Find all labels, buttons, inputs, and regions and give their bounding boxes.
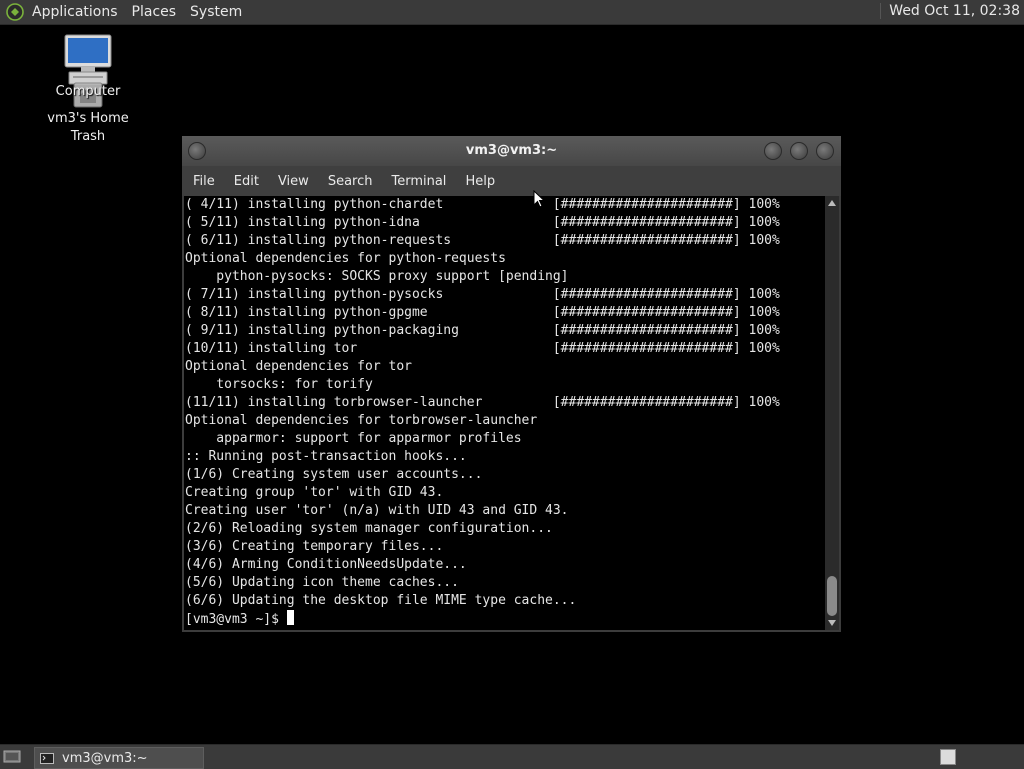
terminal-line: (6/6) Updating the desktop file MIME typ… xyxy=(185,593,577,608)
scroll-down-icon[interactable] xyxy=(828,620,836,626)
menu-file[interactable]: File xyxy=(193,174,215,189)
distro-logo-icon[interactable] xyxy=(6,3,24,21)
terminal-line: apparmor: support for apparmor profiles xyxy=(185,431,522,446)
terminal-line: python-pysocks: SOCKS proxy support [pen… xyxy=(185,269,569,284)
terminal-prompt-line[interactable]: [vm3@vm3 ~]$ xyxy=(184,610,825,628)
terminal-window[interactable]: vm3@vm3:~ File Edit View Search Terminal… xyxy=(182,136,841,632)
terminal-scrollbar[interactable] xyxy=(825,196,839,630)
window-titlebar[interactable]: vm3@vm3:~ xyxy=(182,136,841,166)
terminal-icon xyxy=(40,752,54,764)
taskbar-label: vm3@vm3:~ xyxy=(62,750,148,766)
window-title: vm3@vm3:~ xyxy=(465,143,558,158)
menu-search[interactable]: Search xyxy=(328,174,373,189)
show-desktop-icon[interactable] xyxy=(3,749,21,764)
terminal-menubar: File Edit View Search Terminal Help xyxy=(182,166,841,196)
home-label: vm3's Home xyxy=(47,111,129,126)
mouse-pointer-icon xyxy=(533,190,545,208)
terminal-line: ( 6/11) installing python-requests [####… xyxy=(185,233,780,248)
applications-menu[interactable]: Applications xyxy=(32,4,118,20)
taskbar-button-terminal[interactable]: vm3@vm3:~ xyxy=(34,747,204,769)
terminal-line: Creating user 'tor' (n/a) with UID 43 an… xyxy=(185,503,569,518)
terminal-output[interactable]: ( 4/11) installing python-chardet [#####… xyxy=(184,196,825,630)
terminal-line: (1/6) Creating system user accounts... xyxy=(185,467,483,482)
computer-label: Computer xyxy=(55,84,121,99)
places-menu[interactable]: Places xyxy=(132,4,177,20)
menu-help[interactable]: Help xyxy=(465,174,495,189)
terminal-line: ( 8/11) installing python-gpgme [#######… xyxy=(185,305,780,320)
terminal-line: ( 4/11) installing python-chardet [#####… xyxy=(185,197,780,212)
terminal-line: ( 9/11) installing python-packaging [###… xyxy=(185,323,780,338)
trash-label: Trash xyxy=(70,129,106,144)
terminal-line: :: Running post-transaction hooks... xyxy=(185,449,467,464)
desktop-icon-labels: Computer vm3's Home Trash xyxy=(43,84,133,144)
terminal-line: (2/6) Reloading system manager configura… xyxy=(185,521,553,536)
text-cursor xyxy=(286,610,294,625)
terminal-line: (4/6) Arming ConditionNeedsUpdate... xyxy=(185,557,467,572)
workspace-switcher[interactable] xyxy=(940,749,956,765)
terminal-line: torsocks: for torify xyxy=(185,377,373,392)
terminal-line: Optional dependencies for torbrowser-lau… xyxy=(185,413,538,428)
menu-view[interactable]: View xyxy=(278,174,309,189)
clock[interactable]: Wed Oct 11, 02:38 xyxy=(880,3,1020,19)
terminal-prompt: [vm3@vm3 ~]$ xyxy=(185,612,287,627)
menu-edit[interactable]: Edit xyxy=(234,174,259,189)
terminal-line: ( 7/11) installing python-pysocks [#####… xyxy=(185,287,780,302)
terminal-line: (5/6) Updating icon theme caches... xyxy=(185,575,459,590)
terminal-line: (3/6) Creating temporary files... xyxy=(185,539,444,554)
terminal-line: (10/11) installing tor [################… xyxy=(185,341,780,356)
terminal-line: (11/11) installing torbrowser-launcher [… xyxy=(185,395,780,410)
terminal-line: Optional dependencies for tor xyxy=(185,359,412,374)
terminal-line: ( 5/11) installing python-idna [########… xyxy=(185,215,780,230)
menu-terminal[interactable]: Terminal xyxy=(391,174,446,189)
bottom-panel: vm3@vm3:~ xyxy=(0,744,1024,769)
terminal-line: Creating group 'tor' with GID 43. xyxy=(185,485,444,500)
maximize-button[interactable] xyxy=(790,142,808,160)
terminal-line: Optional dependencies for python-request… xyxy=(185,251,506,266)
scroll-up-icon[interactable] xyxy=(828,200,836,206)
scrollbar-thumb[interactable] xyxy=(827,576,837,616)
minimize-button[interactable] xyxy=(764,142,782,160)
top-panel: Applications Places System Wed Oct 11, 0… xyxy=(0,0,1024,25)
close-button[interactable] xyxy=(816,142,834,160)
system-menu[interactable]: System xyxy=(190,4,242,20)
